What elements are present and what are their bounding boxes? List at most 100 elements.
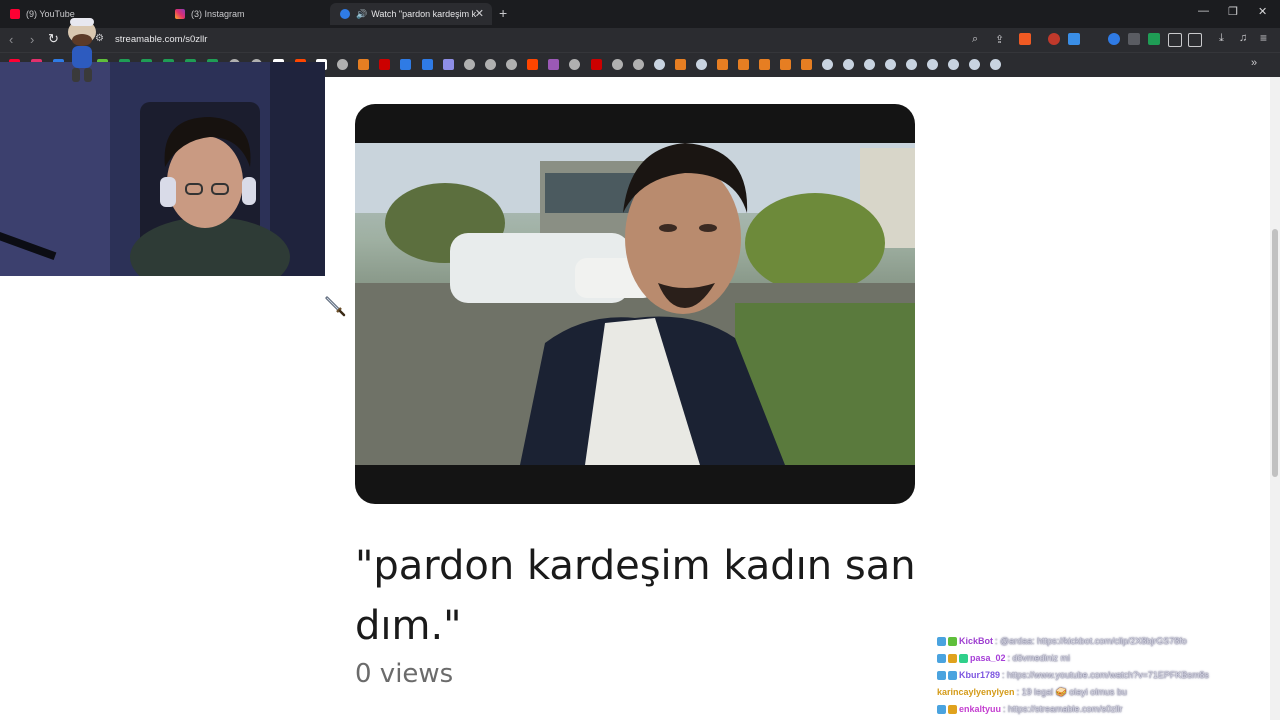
chat-text: : dövmediniz mi	[1007, 653, 1071, 663]
bookmark-favicon-icon[interactable]	[506, 59, 517, 70]
chat-username: enkaltyuu	[959, 704, 1002, 714]
video-frame[interactable]	[355, 143, 915, 465]
chat-message: KickBot: @ardaa: https://kickbot.com/cli…	[937, 633, 1267, 650]
chat-text: : https://www.youtube.com/watch?v=71EPFK…	[1002, 670, 1209, 680]
instagram-icon	[175, 9, 185, 19]
chat-message: Kbur1789: https://www.youtube.com/watch?…	[937, 667, 1267, 684]
bookmark-favicon-icon[interactable]	[337, 59, 348, 70]
new-tab-button[interactable]: +	[499, 5, 507, 21]
bookmark-favicon-icon[interactable]	[612, 59, 623, 70]
back-icon[interactable]: ‹	[9, 32, 13, 47]
tab-label: (3) Instagram	[191, 9, 245, 19]
bookmark-favicon-icon[interactable]	[990, 59, 1001, 70]
bookmark-favicon-icon[interactable]	[906, 59, 917, 70]
extensions-puzzle-icon[interactable]	[1168, 33, 1182, 47]
tab-label: Watch "pardon kardeşim kad	[371, 9, 477, 19]
chat-text: : 19 legal 🥪 olayi olmus bu	[1016, 687, 1127, 697]
streamer-webcam-image	[0, 62, 325, 276]
bookmark-favicon-icon[interactable]	[527, 59, 538, 70]
toolbar: ‹ › ↻ ⚙ streamable.com/s0zllr ⌕ ⇪ ⤓ ♫ ≡	[0, 28, 1280, 52]
bookmark-favicon-icon[interactable]	[927, 59, 938, 70]
video-player[interactable]	[355, 104, 915, 504]
tab-instagram[interactable]: (3) Instagram	[165, 3, 330, 25]
bookmark-favicon-icon[interactable]	[591, 59, 602, 70]
bookmark-favicon-icon[interactable]	[464, 59, 475, 70]
youtube-icon	[10, 9, 20, 19]
chat-message: karincaylyenylyen: 19 legal 🥪 olayi olmu…	[937, 684, 1267, 701]
bookmark-favicon-icon[interactable]	[948, 59, 959, 70]
chat-username: pasa_02	[970, 653, 1006, 663]
bookmark-favicon-icon[interactable]	[843, 59, 854, 70]
chat-badge-icon	[937, 671, 946, 680]
bookmark-favicon-icon[interactable]	[969, 59, 980, 70]
address-bar[interactable]: streamable.com/s0zllr	[115, 34, 207, 45]
bookmark-favicon-icon[interactable]	[358, 59, 369, 70]
brave-shield-icon[interactable]	[1019, 33, 1031, 45]
scrollbar[interactable]	[1270, 77, 1280, 720]
chat-badge-icon	[937, 705, 946, 714]
forward-icon[interactable]: ›	[30, 32, 34, 47]
extension-icon[interactable]	[1048, 33, 1060, 45]
bookmark-favicon-icon[interactable]	[759, 59, 770, 70]
bookmark-favicon-icon[interactable]	[443, 59, 454, 70]
chat-badge-icon	[948, 705, 957, 714]
view-count: 0 views	[355, 659, 454, 689]
chat-username: Kbur1789	[959, 670, 1001, 680]
bookmark-favicon-icon[interactable]	[801, 59, 812, 70]
more-bookmarks-icon[interactable]: »	[1251, 57, 1257, 69]
bookmark-favicon-icon[interactable]	[696, 59, 707, 70]
chat-text: : https://streamable.com/s0zllr	[1003, 704, 1123, 714]
sidebar-icon[interactable]	[1188, 33, 1202, 47]
bookmark-favicon-icon[interactable]	[864, 59, 875, 70]
mascot-sticker	[68, 18, 96, 82]
media-icon[interactable]: ♫	[1239, 32, 1247, 44]
bookmark-favicon-icon[interactable]	[548, 59, 559, 70]
tab-streamable[interactable]: 🔊 Watch "pardon kardeşim kad ✕	[330, 3, 492, 25]
tab-bar: (9) YouTube (3) Instagram 🔊 Watch "pardo…	[0, 0, 1280, 28]
bookmark-favicon-icon[interactable]	[633, 59, 644, 70]
video-title: "pardon kardeşim kadın san dım."	[355, 543, 916, 649]
extension-icon[interactable]	[1108, 33, 1120, 45]
streamable-icon	[340, 9, 350, 19]
chat-badge-icon	[937, 637, 946, 646]
bookmark-favicon-icon[interactable]	[738, 59, 749, 70]
bookmark-favicon-icon[interactable]	[485, 59, 496, 70]
extension-icon[interactable]	[1148, 33, 1160, 45]
reload-icon[interactable]: ↻	[48, 31, 59, 47]
bookmark-favicon-icon[interactable]	[400, 59, 411, 70]
webcam-overlay	[0, 62, 325, 276]
chat-badge-icon	[948, 671, 957, 680]
bookmark-favicon-icon[interactable]	[675, 59, 686, 70]
bookmark-favicon-icon[interactable]	[822, 59, 833, 70]
bookmark-favicon-icon[interactable]	[422, 59, 433, 70]
bookmark-favicon-icon[interactable]	[885, 59, 896, 70]
chat-username: KickBot	[959, 636, 994, 646]
bookmark-favicon-icon[interactable]	[654, 59, 665, 70]
chat-message: enkaltyuu: https://streamable.com/s0zllr	[937, 701, 1267, 718]
close-window-button[interactable]: ✕	[1258, 5, 1267, 18]
chat-badge-icon	[948, 654, 957, 663]
close-tab-icon[interactable]: ✕	[475, 7, 484, 20]
speaker-icon: 🔊	[356, 8, 368, 19]
chat-badge-icon	[937, 654, 946, 663]
menu-icon[interactable]: ≡	[1260, 31, 1267, 45]
stream-chat-overlay: KickBot: @ardaa: https://kickbot.com/cli…	[937, 633, 1267, 718]
sword-cursor-icon	[325, 296, 346, 317]
chat-badge-icon	[959, 654, 968, 663]
extension-icon[interactable]	[1068, 33, 1080, 45]
chat-text: : @ardaa: https://kickbot.com/clip/2X8bj…	[995, 636, 1187, 646]
extension-icon[interactable]	[1128, 33, 1140, 45]
video-still-image	[355, 143, 915, 465]
bookmark-favicon-icon[interactable]	[717, 59, 728, 70]
zoom-icon[interactable]: ⌕	[972, 33, 978, 46]
chat-username: karincaylyenylyen	[937, 687, 1015, 697]
bookmark-favicon-icon[interactable]	[780, 59, 791, 70]
share-icon[interactable]: ⇪	[995, 33, 1004, 46]
bookmark-favicon-icon[interactable]	[569, 59, 580, 70]
maximize-button[interactable]: ❐	[1228, 5, 1238, 18]
download-icon[interactable]: ⤓	[1219, 32, 1224, 45]
bookmark-favicon-icon[interactable]	[379, 59, 390, 70]
minimize-button[interactable]: —	[1198, 5, 1209, 17]
chat-message: pasa_02: dövmediniz mi	[937, 650, 1267, 667]
scrollbar-thumb[interactable]	[1272, 229, 1278, 477]
